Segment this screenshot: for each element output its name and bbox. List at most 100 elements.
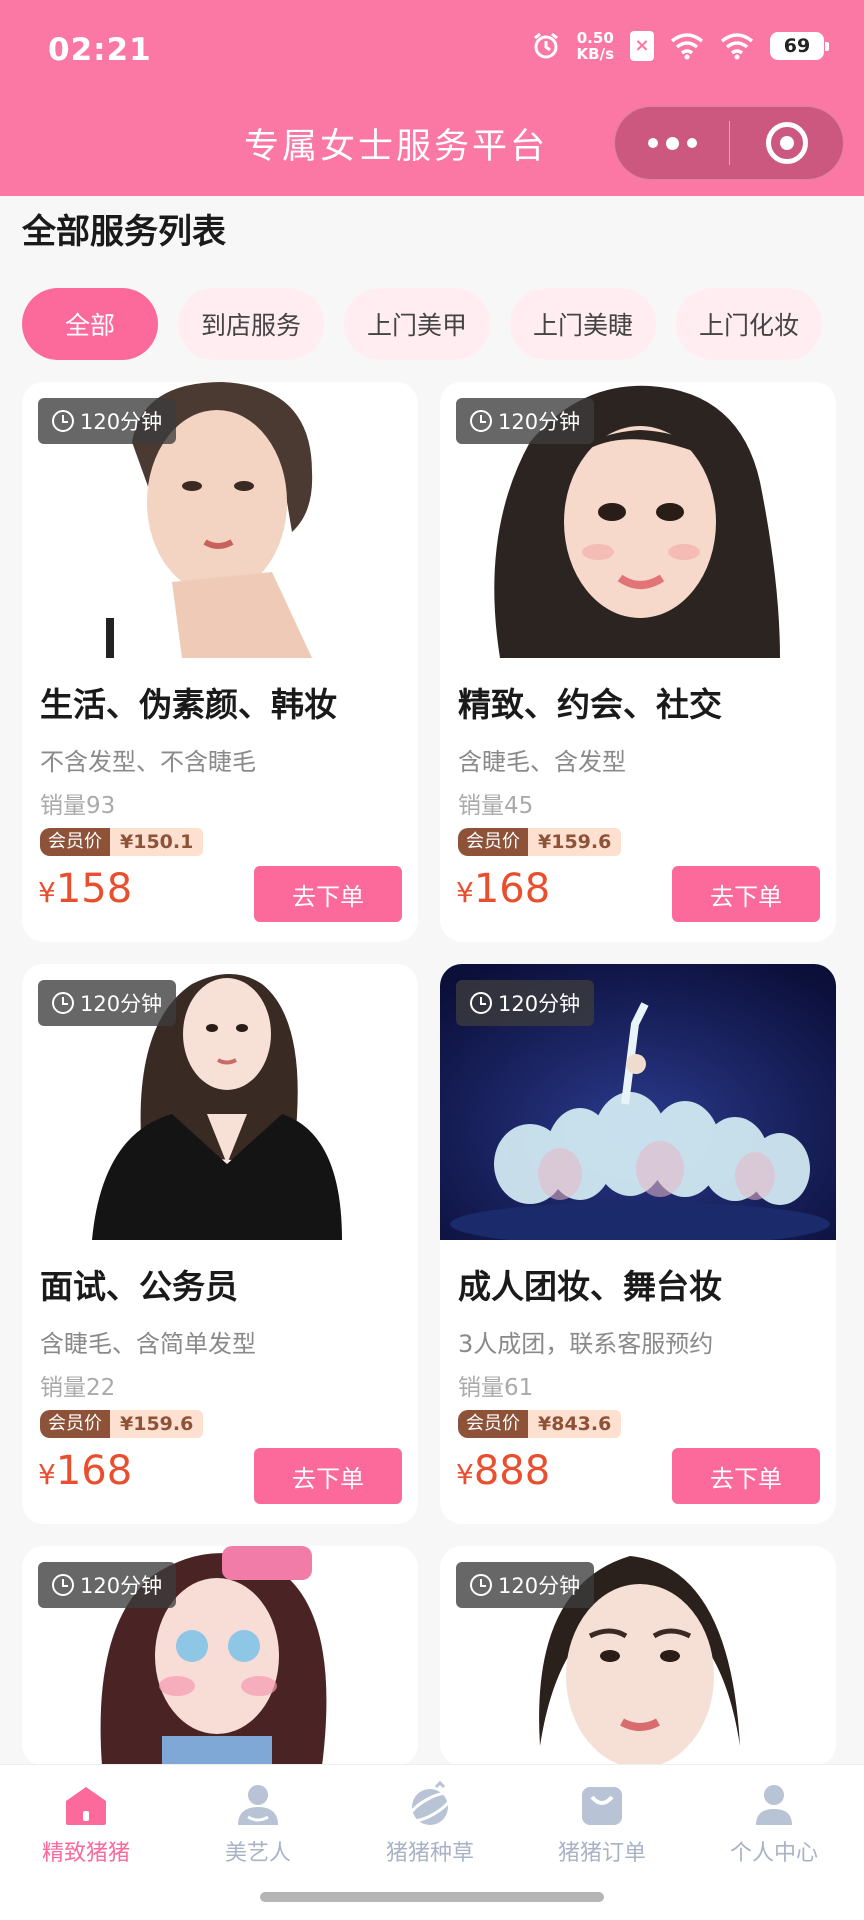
price: ¥168	[456, 866, 550, 912]
bag-icon	[582, 1787, 622, 1825]
price: ¥168	[38, 1448, 132, 1494]
filter-bar: 全部 到店服务 上门美甲 上门美睫 上门化妆	[22, 288, 822, 360]
member-label: 会员价	[40, 828, 110, 856]
clock-icon	[52, 992, 74, 1014]
more-menu-button[interactable]	[615, 106, 729, 180]
clock-icon	[52, 410, 74, 432]
tab-artists[interactable]: 美艺人	[172, 1781, 344, 1867]
filter-chip-lash[interactable]: 上门美睫	[510, 288, 656, 360]
service-title: 精致、约会、社交	[458, 685, 722, 724]
service-card[interactable]: 120分钟 成人团妆、舞台妆 3人成团，联系客服预约 销量61 会员价 ¥843…	[440, 964, 836, 1524]
price-value: 168	[55, 1448, 133, 1494]
duration-text: 120分钟	[80, 1574, 163, 1598]
tab-label: 猪猪种草	[385, 1841, 474, 1866]
currency-symbol: ¥	[456, 876, 474, 909]
service-photo: 120分钟	[440, 1546, 836, 1766]
filter-chip-makeup[interactable]: 上门化妆	[676, 288, 822, 360]
order-button[interactable]: 去下单	[672, 1448, 820, 1504]
home-indicator[interactable]	[260, 1892, 604, 1902]
currency-symbol: ¥	[38, 876, 56, 909]
order-button[interactable]: 去下单	[254, 866, 402, 922]
section-title: 全部服务列表	[22, 212, 226, 252]
net-speed-value: 0.50	[576, 29, 614, 47]
service-desc: 含睫毛、含简单发型	[40, 1330, 256, 1358]
planet-icon	[407, 1781, 453, 1825]
service-card[interactable]: 120分钟 面试、公务员 含睫毛、含简单发型 销量22 会员价 ¥159.6 ¥…	[22, 964, 418, 1524]
member-label: 会员价	[458, 828, 528, 856]
tab-orders[interactable]: 猪猪订单	[516, 1781, 688, 1867]
status-bar: 02:21 0.50 KB/s × 69	[0, 0, 864, 104]
price-value: 158	[55, 866, 133, 912]
miniprogram-capsule	[614, 106, 844, 180]
tab-discover[interactable]: 猪猪种草	[344, 1781, 516, 1867]
user-icon	[756, 1785, 792, 1825]
member-price-tag: 会员价 ¥150.1	[40, 828, 204, 856]
duration-text: 120分钟	[498, 410, 581, 434]
service-card[interactable]: 120分钟 生活、伪素颜、韩妆 不含发型、不含睫毛 销量93 会员价 ¥150.…	[22, 382, 418, 942]
member-price-tag: 会员价 ¥159.6	[40, 1410, 204, 1438]
member-price: ¥843.6	[528, 1410, 622, 1438]
service-photo: 120分钟	[22, 1546, 418, 1766]
more-dot-icon	[686, 138, 697, 148]
service-photo: 120分钟	[22, 964, 418, 1240]
order-button[interactable]: 去下单	[672, 866, 820, 922]
member-price-tag: 会员价 ¥843.6	[458, 1410, 622, 1438]
service-desc: 含睫毛、含发型	[458, 748, 626, 776]
member-label: 会员价	[458, 1410, 528, 1438]
service-desc: 3人成团，联系客服预约	[458, 1330, 714, 1358]
sales-count: 销量93	[40, 793, 116, 819]
tab-label: 个人中心	[729, 1841, 818, 1866]
price-value: 168	[473, 866, 551, 912]
home-icon	[66, 1787, 106, 1825]
status-icons: 0.50 KB/s × 69	[531, 30, 829, 62]
currency-symbol: ¥	[456, 1458, 474, 1491]
duration-text: 120分钟	[80, 410, 163, 434]
clock-icon	[470, 410, 492, 432]
service-photo: 120分钟	[440, 964, 836, 1240]
net-speed-unit: KB/s	[576, 45, 614, 63]
duration-badge: 120分钟	[38, 1562, 177, 1608]
service-photo: 120分钟	[22, 382, 418, 658]
wifi-icon	[670, 33, 704, 60]
tab-home[interactable]: 精致猪猪	[0, 1781, 172, 1867]
tab-profile[interactable]: 个人中心	[688, 1781, 860, 1867]
duration-text: 120分钟	[80, 992, 163, 1016]
member-price: ¥159.6	[110, 1410, 204, 1438]
service-card[interactable]: 120分钟 精致、约会、社交 含睫毛、含发型 销量45 会员价 ¥159.6 ¥…	[440, 382, 836, 942]
member-label: 会员价	[40, 1410, 110, 1438]
more-dot-icon	[665, 136, 679, 150]
sales-count: 销量61	[458, 1375, 534, 1401]
no-sim-icon: ×	[630, 31, 654, 61]
service-title: 面试、公务员	[40, 1267, 238, 1306]
order-button[interactable]: 去下单	[254, 1448, 402, 1504]
member-price: ¥150.1	[110, 828, 204, 856]
artist-icon	[238, 1785, 278, 1825]
tab-label: 精致猪猪	[41, 1841, 130, 1866]
tab-label: 美艺人	[224, 1841, 291, 1866]
duration-badge: 120分钟	[456, 980, 595, 1026]
wifi-icon-secondary	[720, 33, 754, 60]
battery-icon: 69	[770, 32, 829, 60]
net-speed: 0.50 KB/s	[577, 30, 614, 62]
duration-badge: 120分钟	[38, 398, 177, 444]
target-icon	[765, 122, 808, 164]
service-desc: 不含发型、不含睫毛	[40, 748, 256, 776]
duration-text: 120分钟	[498, 992, 581, 1016]
more-dot-icon	[647, 138, 658, 148]
service-card[interactable]: 120分钟	[440, 1546, 836, 1766]
price: ¥888	[456, 1448, 550, 1494]
member-price-tag: 会员价 ¥159.6	[458, 828, 622, 856]
status-time: 02:21	[48, 32, 152, 68]
clock-icon	[470, 992, 492, 1014]
currency-symbol: ¥	[38, 1458, 56, 1491]
price-value: 888	[473, 1448, 551, 1494]
service-card[interactable]: 120分钟	[22, 1546, 418, 1766]
filter-chip-nail[interactable]: 上门美甲	[344, 288, 490, 360]
close-miniprogram-button[interactable]	[730, 122, 843, 164]
filter-chip-in-store[interactable]: 到店服务	[178, 288, 324, 360]
price: ¥158	[38, 866, 132, 912]
service-title: 生活、伪素颜、韩妆	[40, 685, 337, 724]
filter-chip-all[interactable]: 全部	[22, 288, 158, 360]
header: 02:21 0.50 KB/s × 69 专属女士服务平台	[0, 0, 864, 196]
tab-label: 猪猪订单	[557, 1841, 646, 1866]
